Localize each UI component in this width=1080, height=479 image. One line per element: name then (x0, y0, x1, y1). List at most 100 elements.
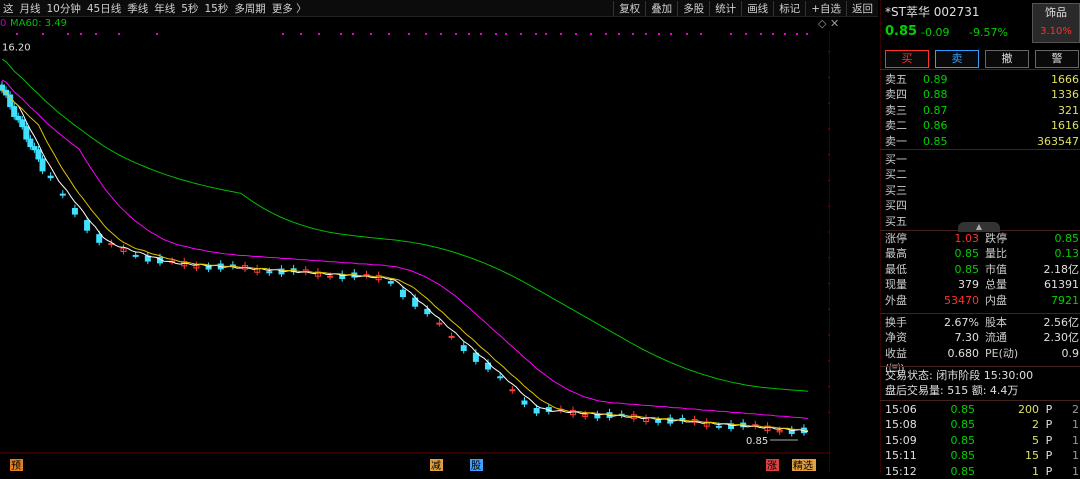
tick-p: 0.85 (950, 433, 976, 447)
candle-body (472, 352, 479, 362)
candle-body (11, 106, 18, 117)
quote-l2: 流通 (985, 331, 1007, 345)
tick-f: P (1045, 433, 1053, 447)
quote-v1: 2.67% (944, 316, 979, 329)
book-row: 卖二 0.86 1616 (885, 118, 1079, 133)
collapse-handle-icon[interactable]: ▲ (958, 222, 1000, 232)
quote-l1: 现量 (885, 278, 907, 292)
quote-v1: 7.30 (954, 331, 980, 345)
tool-tab[interactable]: 复权 (613, 0, 645, 16)
book-row: 买四 (885, 198, 1079, 213)
divider (880, 366, 1080, 367)
event-dot (156, 33, 158, 35)
book-row: 卖一 0.85 363547 (885, 134, 1079, 149)
sector-name: 饰品 (1045, 6, 1067, 19)
book-label: 卖二 (885, 119, 907, 133)
tool-tab[interactable]: 多股 (677, 0, 709, 16)
quote-l2: 内盘 (985, 293, 1007, 307)
event-tag: 精选 (793, 459, 813, 472)
event-tag: 预 (11, 460, 21, 472)
tool-tab[interactable]: 统计 (709, 0, 741, 16)
candle-body (460, 345, 467, 352)
book-vol: 1616 (1051, 119, 1079, 133)
tick-t: 15:11 (885, 449, 917, 463)
event-dot (118, 33, 120, 35)
sector-badge[interactable]: 饰品 3.10% (1032, 3, 1080, 43)
event-dot (388, 33, 390, 35)
quote-l2: 跌停 (985, 232, 1007, 245)
kline-chart[interactable]: 2.003.004.005.006.007.008.009.0010.0011.… (0, 31, 830, 473)
divider (880, 69, 1080, 70)
event-tag: 股 (471, 460, 481, 472)
event-dot (658, 33, 660, 35)
event-dot (520, 33, 522, 35)
book-vol: 363547 (1037, 134, 1079, 148)
event-dot (300, 33, 302, 35)
quote-panel: *ST萃华 002731 0.85 -0.09 -9.57% 买卖撤警 卖五 0.… (880, 0, 1080, 478)
last-price: 0.85 (885, 24, 918, 39)
tick-f: P (1045, 418, 1053, 432)
chart-controls[interactable]: ◇ ✕ (818, 17, 839, 30)
tool-tab[interactable]: 标记 (773, 0, 805, 16)
event-dot (352, 33, 354, 35)
event-dot (618, 33, 620, 35)
book-label: 卖一 (885, 134, 907, 148)
event-dot (42, 33, 44, 35)
divider (880, 400, 1080, 401)
price-change: -0.09 (921, 26, 950, 39)
book-label: 卖三 (885, 103, 907, 117)
candle-body (27, 138, 34, 148)
event-dot (480, 33, 482, 35)
quote-v1: 53470 (944, 293, 979, 307)
event-dot (545, 33, 547, 35)
alert-button[interactable]: 警 (1035, 50, 1079, 68)
tick-p: 0.85 (950, 449, 976, 463)
tick-p: 0.85 (950, 464, 976, 478)
period-tab[interactable]: 多周期 (231, 1, 269, 16)
event-dot (370, 33, 372, 35)
period-tab[interactable]: 更多 〉 (269, 1, 310, 16)
tool-tab[interactable]: 返回 (846, 0, 878, 16)
period-tab[interactable]: 年线 (151, 1, 178, 16)
after-hours-line: 盘后交易量: 515 额: 4.4万 (885, 384, 1019, 397)
period-tab[interactable]: 45日线 (84, 1, 124, 16)
quote-l2: PE(动) (985, 346, 1019, 360)
quote-row: 现量 379 总量 61391 (885, 277, 1079, 292)
book-price: 0.86 (923, 119, 948, 133)
tool-tab[interactable]: +自选 (805, 0, 846, 16)
period-tab[interactable]: 5秒 (178, 1, 201, 16)
book-row: 买一 (885, 152, 1079, 167)
quote-row: 外盘 53470 内盘 7921 (885, 293, 1079, 308)
event-dot (796, 33, 798, 35)
period-tab[interactable]: 季线 (124, 1, 151, 16)
quote-l1: 最高 (885, 247, 907, 261)
buy-button[interactable]: 买 (885, 50, 929, 68)
stock-title: *ST萃华 002731 (885, 5, 980, 19)
period-tab[interactable]: 月线 (17, 1, 44, 16)
ma20-line (1, 79, 809, 419)
book-label: 卖四 (885, 88, 907, 102)
quote-v2: 0.13 (1054, 247, 1080, 261)
book-label: 买一 (885, 153, 907, 166)
quote-v2: 7921 (1051, 293, 1079, 307)
event-dot (408, 33, 410, 35)
period-tab[interactable]: 这 (0, 1, 17, 16)
candle-body (35, 149, 42, 160)
tick-t: 15:09 (885, 433, 917, 447)
cancel-button[interactable]: 撤 (985, 50, 1029, 68)
candle-body (533, 408, 540, 414)
event-dot (670, 33, 672, 35)
quote-stats-2: 换手 2.67% 股本 2.56亿 净资 7.30 流通 2.30亿 收益(㈢) 0.680 PE(… (885, 315, 1079, 375)
sell-button[interactable]: 卖 (935, 50, 979, 68)
tick-f: P (1045, 464, 1053, 478)
tool-tab[interactable]: 画线 (741, 0, 773, 16)
event-dot (67, 33, 69, 35)
quote-v1: 0.85 (954, 247, 980, 261)
quote-stats: 涨停 1.03 跌停 0.85 最高 0.85 量比 0.13 最低 0.85 市值 2.18亿 现量 3… (885, 231, 1079, 308)
period-tab[interactable]: 10分钟 (44, 1, 84, 16)
period-tab[interactable]: 15秒 (201, 1, 231, 16)
event-dot (282, 33, 284, 35)
tool-tab[interactable]: 叠加 (645, 0, 677, 16)
book-vol (993, 167, 1079, 182)
quote-row: 最低 0.85 市值 2.18亿 (885, 262, 1079, 277)
